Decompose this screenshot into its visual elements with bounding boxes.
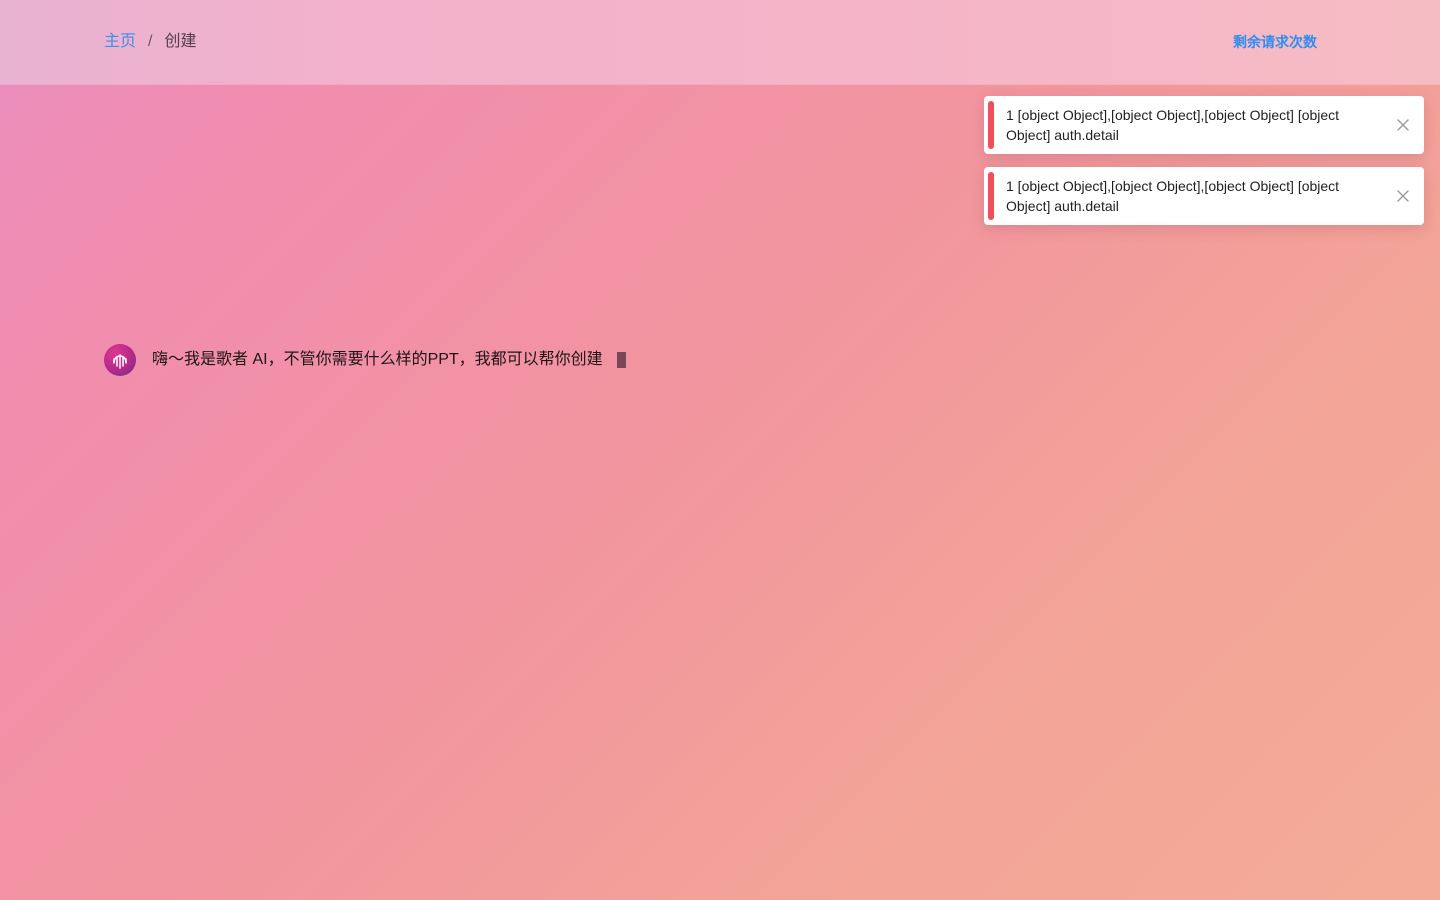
breadcrumb-home-link[interactable]: 主页 xyxy=(104,31,136,53)
breadcrumb-current: 创建 xyxy=(164,33,197,50)
error-toast: 1 [object Object],[object Object],[objec… xyxy=(984,96,1424,154)
toast-message: 1 [object Object],[object Object],[objec… xyxy=(1006,178,1340,214)
error-toast: 1 [object Object],[object Object],[objec… xyxy=(984,167,1424,225)
breadcrumb-separator: / xyxy=(148,33,153,50)
greeting-text: 嗨～我是歌者 AI，不管你需要什么样的PPT，我都可以帮你创建 xyxy=(152,349,626,371)
top-bar: 主页 / 创建 剩余请求次数 xyxy=(0,0,1440,84)
remaining-requests-link[interactable]: 剩余请求次数 xyxy=(1233,31,1317,53)
breadcrumb: 主页 / 创建 xyxy=(104,31,196,53)
assistant-message: 嗨～我是歌者 AI，不管你需要什么样的PPT，我都可以帮你创建 xyxy=(104,344,626,376)
assistant-avatar-icon xyxy=(104,344,136,376)
close-icon[interactable] xyxy=(1396,118,1410,132)
toast-message: 1 [object Object],[object Object],[objec… xyxy=(1006,107,1340,143)
typing-cursor xyxy=(616,351,626,368)
error-indicator xyxy=(988,172,994,220)
greeting-content: 嗨～我是歌者 AI，不管你需要什么样的PPT，我都可以帮你创建 xyxy=(152,351,603,368)
close-icon[interactable] xyxy=(1396,189,1410,203)
error-indicator xyxy=(988,101,994,149)
